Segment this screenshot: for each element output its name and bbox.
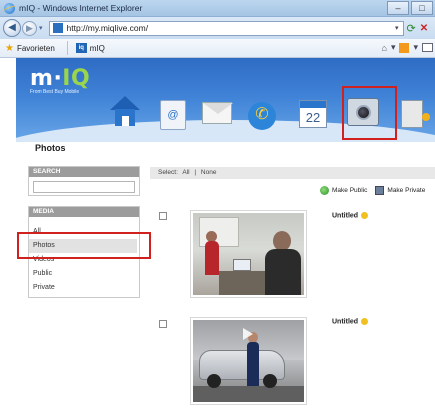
site-banner: m·IQ From Best Buy Mobile @ ✆ 22 xyxy=(16,58,435,142)
stop-icon[interactable]: ✕ xyxy=(420,23,428,34)
calendar-day: 22 xyxy=(305,110,321,125)
search-input[interactable] xyxy=(33,181,135,193)
make-private-button[interactable]: Make Private xyxy=(387,187,425,194)
favorites-star-icon[interactable]: ★ xyxy=(5,43,14,54)
back-button[interactable]: ◀ xyxy=(3,19,21,37)
select-bar: Select: All | None xyxy=(150,167,435,179)
site-favicon-icon xyxy=(52,23,63,33)
photo-title[interactable]: Untitled xyxy=(332,212,369,220)
photo-title-text: Untitled xyxy=(332,318,359,326)
photo-image xyxy=(193,320,304,402)
home-icon[interactable] xyxy=(110,96,140,128)
favorites-button[interactable]: Favorieten xyxy=(17,44,55,53)
make-private-icon[interactable] xyxy=(375,186,385,195)
select-all-link[interactable]: All xyxy=(182,169,189,176)
window-title: mIQ - Windows Internet Explorer xyxy=(19,3,143,13)
page-title: Photos xyxy=(35,143,66,153)
ie-logo-icon xyxy=(4,2,15,14)
photo-thumbnail[interactable] xyxy=(190,317,307,405)
forward-button[interactable]: ▶ xyxy=(22,20,37,36)
contacts-icon[interactable]: @ xyxy=(160,100,186,130)
url-text: http://my.miqlive.com/ xyxy=(66,23,149,33)
photo-title-text: Untitled xyxy=(332,212,359,220)
camera-highlight-box xyxy=(342,86,397,140)
photo-title[interactable]: Untitled xyxy=(332,318,369,326)
url-dropdown-icon[interactable]: ▾ xyxy=(395,24,399,32)
edit-pin-icon[interactable] xyxy=(361,318,369,325)
page-margin xyxy=(0,58,16,409)
action-bar: Make Public Make Private xyxy=(320,186,425,195)
address-bar: ◀ ▶ ▾ http://my.miqlive.com/ ▾ ⟳ ✕ xyxy=(0,17,435,39)
logo-dot: · xyxy=(53,66,63,91)
logo-m: m xyxy=(30,66,54,91)
edit-pin-icon[interactable] xyxy=(361,212,369,219)
play-icon xyxy=(422,113,430,121)
photos-highlight-box xyxy=(17,232,151,259)
miq-tab-icon: iq xyxy=(75,43,87,53)
media-item-private[interactable]: Private xyxy=(29,281,137,295)
title-bar: mIQ - Windows Internet Explorer – □ xyxy=(0,0,435,17)
contacts-glyph: @ xyxy=(167,109,179,121)
video-play-icon xyxy=(243,328,253,340)
calendar-icon[interactable]: 22 xyxy=(299,100,327,128)
search-panel: SEARCH xyxy=(28,166,140,196)
select-separator: | xyxy=(194,169,197,176)
photo-checkbox[interactable] xyxy=(159,320,167,328)
miq-logo[interactable]: m·IQ From Best Buy Mobile xyxy=(30,66,90,95)
minimize-button[interactable]: – xyxy=(387,1,409,15)
select-label: Select: xyxy=(158,169,178,176)
media-item-public[interactable]: Public xyxy=(29,267,137,281)
feeds-icon[interactable] xyxy=(399,42,410,53)
phone-icon[interactable]: ✆ xyxy=(248,102,276,130)
url-field[interactable]: http://my.miqlive.com/ ▾ xyxy=(48,20,404,36)
select-none-link[interactable]: None xyxy=(201,169,217,176)
history-dropdown-icon[interactable]: ▾ xyxy=(39,24,43,32)
photo-checkbox[interactable] xyxy=(159,212,167,220)
maximize-button[interactable]: □ xyxy=(411,1,433,15)
media-header: MEDIA xyxy=(29,207,139,217)
make-public-icon[interactable] xyxy=(320,186,329,195)
tab-label: mIQ xyxy=(89,43,105,53)
search-header: SEARCH xyxy=(29,167,139,177)
home-tool-icon[interactable]: ⌂ xyxy=(382,43,387,53)
print-icon[interactable] xyxy=(422,43,433,52)
window-controls: – □ xyxy=(387,1,433,15)
feeds-dropdown-icon[interactable]: ▾ xyxy=(413,42,418,53)
favorites-divider xyxy=(66,41,68,55)
home-dropdown-icon[interactable]: ▾ xyxy=(391,42,396,53)
refresh-icon[interactable]: ⟳ xyxy=(407,22,416,35)
browser-window: mIQ - Windows Internet Explorer – □ ◀ ▶ … xyxy=(0,0,435,409)
video-icon[interactable] xyxy=(401,100,430,128)
command-bar: ⌂ ▾ ▾ xyxy=(382,42,433,53)
photo-image xyxy=(193,213,304,295)
mail-icon[interactable] xyxy=(202,102,233,124)
tab-miq[interactable]: iq mIQ xyxy=(75,43,105,53)
photo-thumbnail[interactable] xyxy=(190,210,307,298)
make-public-button[interactable]: Make Public xyxy=(332,187,367,194)
logo-iq: IQ xyxy=(62,66,91,91)
favorites-bar: ★ Favorieten iq mIQ ⌂ ▾ ▾ xyxy=(0,39,435,58)
